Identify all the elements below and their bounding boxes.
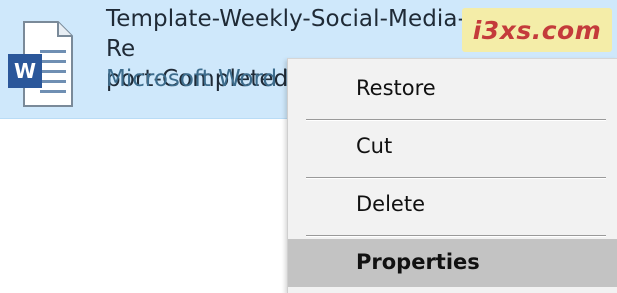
file-name-line-1: Template-Weekly-Social-Media-Re: [106, 6, 466, 62]
brand-watermark: i3xs.com: [462, 8, 612, 52]
word-document-icon: W: [6, 20, 76, 108]
file-type-label: Microsoft Word D: [106, 66, 303, 92]
menu-item-label: Restore: [356, 76, 436, 100]
svg-text:W: W: [14, 59, 36, 83]
menu-item-label: Cut: [356, 134, 393, 158]
menu-item-properties[interactable]: Properties: [288, 239, 617, 287]
menu-item-label: Delete: [356, 192, 425, 216]
menu-separator: [306, 119, 606, 121]
context-menu: Restore Cut Delete Properties: [287, 58, 617, 293]
menu-separator: [306, 235, 606, 237]
menu-item-delete[interactable]: Delete: [288, 181, 617, 229]
menu-item-cut[interactable]: Cut: [288, 123, 617, 171]
menu-item-restore[interactable]: Restore: [288, 65, 617, 113]
menu-separator: [306, 177, 606, 179]
menu-item-label: Properties: [356, 250, 480, 274]
